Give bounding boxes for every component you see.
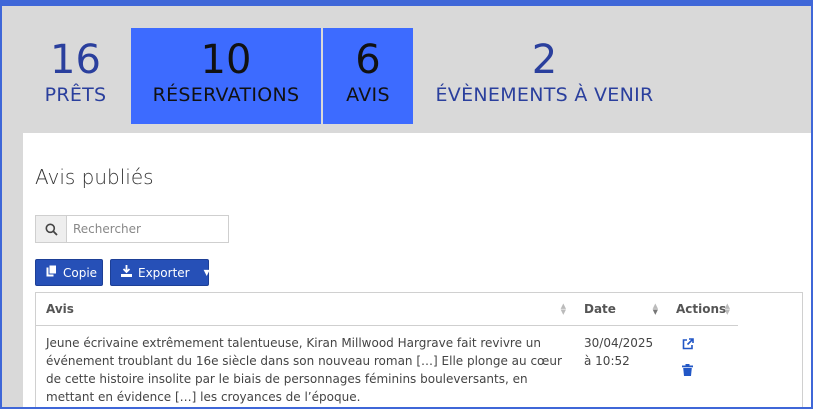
review-actions bbox=[666, 326, 738, 408]
stat-evenements-label: ÉVÈNEMENTS À VENIR bbox=[435, 84, 654, 106]
search-box bbox=[35, 215, 229, 243]
stat-reservations-label: RÉSERVATIONS bbox=[152, 84, 300, 106]
stat-prets[interactable]: 16 PRÊTS bbox=[23, 28, 128, 124]
table-row: Jeune écrivaine extrêmement talentueuse,… bbox=[36, 326, 738, 408]
sort-icon: ▲ ▼ bbox=[724, 302, 730, 316]
download-icon bbox=[121, 265, 132, 280]
sort-icon: ▲ ▼ bbox=[560, 302, 566, 316]
copy-button-label: Copie bbox=[63, 265, 98, 280]
reviews-table: Avis ▲ ▼ Date ▲ ▼ Actions ▲ ▼ Jeune écri… bbox=[36, 293, 738, 408]
sort-icon: ▲ ▼ bbox=[652, 302, 658, 316]
column-header-date[interactable]: Date ▲ ▼ bbox=[574, 293, 666, 326]
review-date: 30/04/2025 à 10:52 bbox=[584, 336, 654, 368]
stat-prets-number: 16 bbox=[50, 37, 101, 83]
app-frame: 16 PRÊTS 10 RÉSERVATIONS 6 AVIS 2 ÉVÈNEM… bbox=[0, 0, 813, 409]
review-text: Jeune écrivaine extrêmement talentueuse,… bbox=[46, 336, 562, 404]
stat-avis-number: 6 bbox=[355, 37, 381, 83]
trash-icon[interactable] bbox=[682, 364, 728, 382]
stat-reservations[interactable]: 10 RÉSERVATIONS bbox=[131, 28, 321, 124]
content-panel: Avis publiés Copie Exporter ▼ bbox=[23, 133, 811, 408]
page-title: Avis publiés bbox=[35, 165, 154, 189]
export-button-label: Exporter bbox=[138, 265, 190, 280]
copy-icon bbox=[46, 264, 57, 280]
stats-bar: 16 PRÊTS 10 RÉSERVATIONS 6 AVIS 2 ÉVÈNEM… bbox=[2, 28, 811, 128]
column-header-actions[interactable]: Actions ▲ ▼ bbox=[666, 293, 738, 326]
stat-evenements-number: 2 bbox=[531, 37, 558, 83]
stat-reservations-number: 10 bbox=[200, 37, 252, 83]
search-icon[interactable] bbox=[36, 216, 67, 242]
stat-avis[interactable]: 6 AVIS bbox=[323, 28, 413, 124]
external-link-icon[interactable] bbox=[682, 338, 728, 356]
copy-button[interactable]: Copie bbox=[35, 259, 103, 286]
table-header-row: Avis ▲ ▼ Date ▲ ▼ Actions ▲ ▼ bbox=[36, 293, 738, 326]
search-input[interactable] bbox=[67, 216, 228, 242]
stat-prets-label: PRÊTS bbox=[44, 84, 107, 106]
stat-avis-label: AVIS bbox=[346, 84, 390, 106]
stat-evenements[interactable]: 2 ÉVÈNEMENTS À VENIR bbox=[432, 28, 657, 124]
reviews-table-wrapper: Avis ▲ ▼ Date ▲ ▼ Actions ▲ ▼ Jeune écri… bbox=[35, 292, 803, 408]
export-button[interactable]: Exporter ▼ bbox=[110, 259, 210, 286]
column-header-avis[interactable]: Avis ▲ ▼ bbox=[36, 293, 574, 326]
caret-down-icon: ▼ bbox=[203, 268, 210, 277]
